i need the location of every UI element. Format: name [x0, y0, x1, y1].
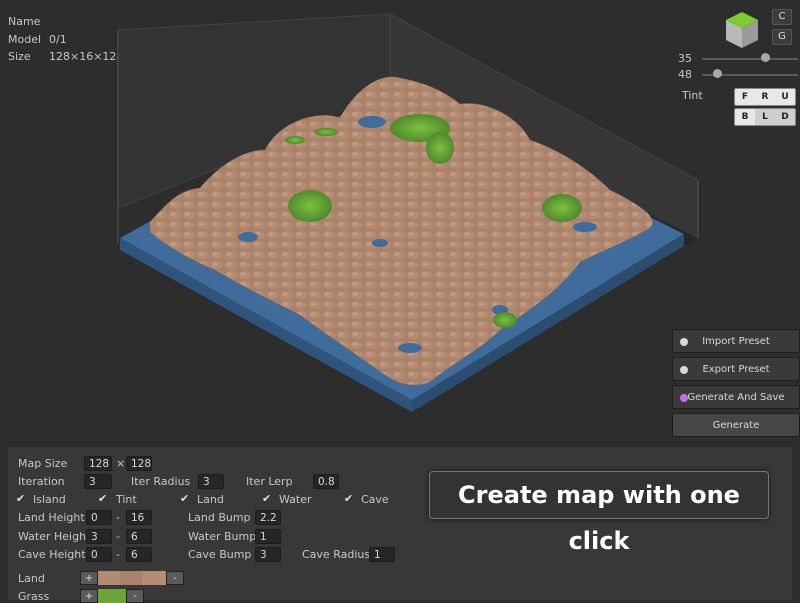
tint-toggle-up[interactable]: U: [775, 89, 795, 105]
tint-toggle-front[interactable]: F: [735, 89, 755, 105]
land-bump-field[interactable]: 2.2: [255, 510, 281, 525]
grass-patch: [314, 128, 338, 136]
iter-lerp-label: Iter Lerp: [246, 475, 293, 488]
water-checkbox[interactable]: ✔: [262, 492, 275, 505]
land-color-swatch[interactable]: [98, 571, 120, 585]
map-size-label: Map Size: [18, 457, 68, 470]
tint-label: Tint: [682, 89, 703, 102]
iter-radius-label: Iter Radius: [131, 475, 191, 488]
water-height-max-field[interactable]: 6: [126, 529, 152, 544]
land-toggle-label: Land: [197, 493, 224, 506]
land-height-label: Land Height: [18, 511, 85, 524]
grass-patch: [542, 194, 582, 222]
tint-toggle-back[interactable]: B: [735, 109, 755, 125]
slider-2-value: 48: [678, 68, 692, 81]
iteration-label: Iteration: [18, 475, 65, 488]
grass-patch: [493, 312, 517, 328]
generate-button[interactable]: Generate: [672, 413, 800, 437]
cave-checkbox[interactable]: ✔: [344, 492, 357, 505]
water-pool: [358, 116, 386, 128]
iter-lerp-field[interactable]: 0.8: [313, 474, 339, 489]
generate-and-save-label: Generate And Save: [687, 392, 785, 403]
grass-remove-color-button[interactable]: -: [126, 589, 144, 603]
export-preset-label: Export Preset: [702, 364, 770, 375]
water-bump-label: Water Bump: [188, 530, 257, 543]
tint-toggle-right[interactable]: R: [755, 89, 775, 105]
slider-1-track[interactable]: [702, 58, 798, 60]
c-button[interactable]: C: [772, 9, 792, 25]
tint-toggle-down[interactable]: D: [775, 109, 795, 125]
land-height-max-field[interactable]: 16: [126, 510, 152, 525]
land-remove-color-button[interactable]: -: [166, 571, 184, 585]
water-height-min-field[interactable]: 3: [86, 529, 112, 544]
tint-toggle-label: Tint: [116, 493, 137, 506]
import-preset-label: Import Preset: [702, 336, 770, 347]
water-pool: [372, 239, 388, 247]
g-button[interactable]: G: [772, 29, 792, 45]
iteration-field[interactable]: 3: [84, 474, 112, 489]
import-preset-button[interactable]: Import Preset: [672, 329, 800, 353]
water-toggle-label: Water: [279, 493, 312, 506]
cave-height-min-field[interactable]: 0: [86, 547, 112, 562]
map-size-x-field[interactable]: 128: [84, 456, 112, 471]
land-checkbox[interactable]: ✔: [180, 492, 193, 505]
grass-patch: [285, 136, 305, 144]
water-pool: [573, 222, 597, 232]
orientation-cube-icon[interactable]: [724, 10, 760, 50]
water-height-sep: -: [116, 530, 120, 543]
map-size-times: ×: [116, 457, 126, 470]
cave-height-sep: -: [116, 548, 120, 561]
land-color-label: Land: [18, 572, 45, 585]
land-height-min-field[interactable]: 0: [86, 510, 112, 525]
land-color-swatch[interactable]: [142, 571, 166, 585]
land-color-swatch[interactable]: [120, 571, 142, 585]
tint-toggle-group-bottom: BLD: [734, 108, 796, 126]
grass-color-swatch[interactable]: [98, 589, 126, 603]
land-add-color-button[interactable]: +: [80, 571, 98, 585]
cave-bump-field[interactable]: 3: [255, 547, 281, 562]
cave-toggle-label: Cave: [361, 493, 389, 506]
water-pool: [398, 343, 422, 353]
grass-color-label: Grass: [18, 590, 50, 603]
cave-bump-label: Cave Bump: [188, 548, 252, 561]
water-bump-field[interactable]: 1: [255, 529, 281, 544]
island-label: Island: [33, 493, 66, 506]
cave-height-label: Cave Height: [18, 548, 86, 561]
cave-radius-label: Cave Radius: [302, 548, 371, 561]
tint-checkbox[interactable]: ✔: [98, 492, 111, 505]
export-preset-button[interactable]: Export Preset: [672, 357, 800, 381]
map-size-z-field[interactable]: 128: [126, 456, 152, 471]
grass-add-color-button[interactable]: +: [80, 589, 98, 603]
import-dot-icon: [680, 338, 688, 346]
land-bump-label: Land Bump: [188, 511, 251, 524]
cave-radius-field[interactable]: 1: [369, 547, 395, 562]
grass-patch: [426, 132, 454, 164]
generation-settings-panel: Map Size 128 × 128 Iteration 3 Iter Radi…: [8, 447, 792, 603]
cave-height-max-field[interactable]: 6: [126, 547, 152, 562]
export-dot-icon: [680, 366, 688, 374]
generate-and-save-button[interactable]: Generate And Save: [672, 385, 800, 409]
water-height-label: Water Height: [18, 530, 91, 543]
promo-callout: Create map with one click: [429, 471, 769, 555]
water-pool: [238, 232, 258, 242]
tint-toggle-group-top: FRU: [734, 88, 796, 106]
generate-save-dot-icon: [680, 394, 688, 402]
tint-toggle-left[interactable]: L: [755, 109, 775, 125]
grass-patch: [288, 190, 332, 222]
island-checkbox[interactable]: ✔: [16, 492, 29, 505]
slider-1-value: 35: [678, 52, 692, 65]
land-height-sep: -: [116, 511, 120, 524]
iter-radius-field[interactable]: 3: [198, 474, 224, 489]
